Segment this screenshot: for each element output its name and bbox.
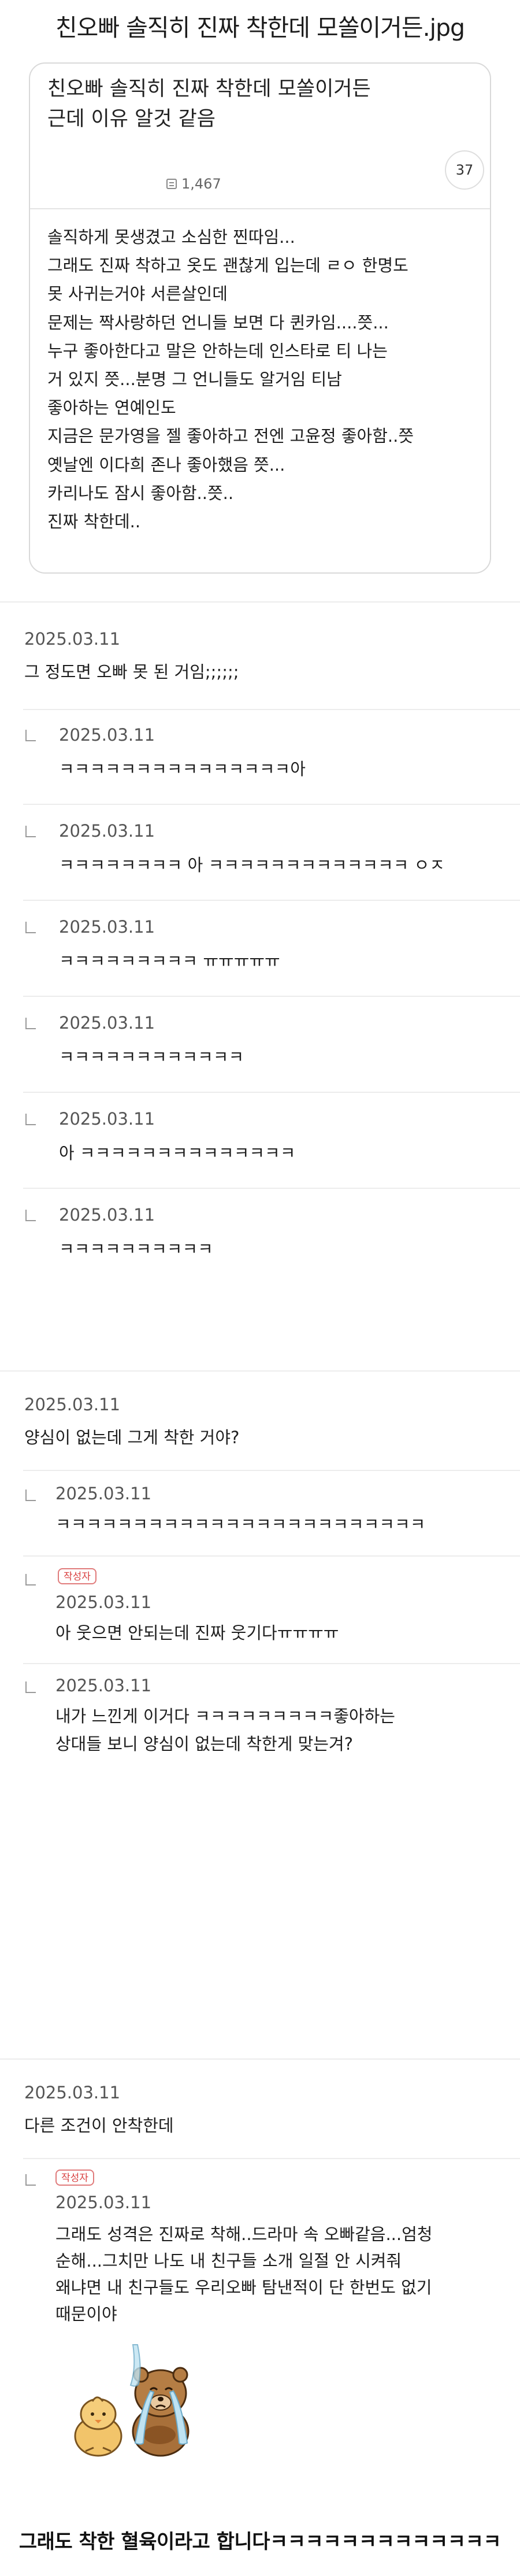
reply-indicator-icon [25,826,36,837]
section-divider [0,601,520,603]
comment-date: 2025.03.11 [24,2083,121,2102]
bottom-caption: 그래도 착한 혈육이라고 합니다ㅋㅋㅋㅋㅋㅋㅋㅋㅋㅋㅋㅋㅋ [18,2530,502,2553]
view-count: 1,467 [166,176,221,192]
reply-divider [23,1470,520,1471]
post-body: 솔직하게 못생겼고 소심한 찐따임... 그래도 진짜 착하고 옷도 괜찮게 입… [47,223,481,536]
reply-text: 아 ㅋㅋㅋㅋㅋㅋㅋㅋㅋㅋㅋㅋㅋㅋ [59,1143,296,1163]
reply-indicator-icon [25,1574,36,1585]
reply-text: ㅋㅋㅋㅋㅋㅋㅋㅋㅋㅋ [59,1239,213,1259]
reply-text-line: 순해...그치만 나도 내 친구들 소개 일절 안 시켜줘 [55,2251,402,2271]
section-divider [0,1370,520,1372]
view-count-value: 1,467 [181,176,221,192]
post-body-line: 문제는 짝사랑하던 언니들 보면 다 퀸카임....쯧... [47,312,389,332]
reply-indicator-icon [25,2174,36,2186]
crying-bear-emoticon [74,2344,190,2457]
comment-text: 그 정도면 오빠 못 된 거임;;;;;; [24,662,239,682]
reply-date: 2025.03.11 [59,917,155,937]
reply-divider [23,1092,520,1093]
page-title: 친오빠 솔직히 진짜 착한데 모쏠이거든.jpg [55,14,465,42]
post-body-line: 솔직하게 못생겼고 소심한 찐따임... [47,227,295,247]
comment-text: 양심이 없는데 그게 착한 거야? [24,1428,240,1447]
reply-text-line: 내가 느낀게 이거다 ㅋㅋㅋㅋㅋㅋㅋㅋㅋ좋아하는 [55,1706,395,1726]
post-body-line: 누구 좋아한다고 말은 안하는데 인스타로 티 나는 [47,341,388,361]
post-body-line: 거 있지 쯧...분명 그 언니들도 알거임 티남 [47,369,342,390]
post-title-line: 근데 이유 알것 같음 [47,108,216,131]
chick-character [74,2396,122,2457]
reply-text: ㅋㅋㅋㅋㅋㅋㅋㅋㅋㅋㅋㅋㅋㅋㅋ아 [59,759,306,779]
reply-date: 2025.03.11 [59,1205,155,1225]
reply-text-line: 때문이야 [55,2304,117,2324]
post-title-line: 친오빠 솔직히 진짜 착한데 모쏠이거든 [47,77,371,101]
reply-text: ㅋㅋㅋㅋㅋㅋㅋㅋㅋㅋㅋㅋ [59,1047,244,1067]
reply-date: 2025.03.11 [55,1592,152,1612]
reply-divider [23,1555,520,1557]
reply-text: 아 웃으면 안되는데 진짜 웃기다ㅠㅠㅠㅠ [55,1623,339,1643]
reply-divider [23,1663,520,1664]
post-body-line: 좋아하는 연예인도 [47,398,176,418]
comment-date: 2025.03.11 [24,1395,121,1414]
reply-divider [23,2158,520,2159]
post-title: 친오빠 솔직히 진짜 착한데 모쏠이거든 근데 이유 알것 같음 [47,74,417,134]
reply-indicator-icon [25,1490,36,1501]
reply-date: 2025.03.11 [55,1676,152,1695]
reply-text-line: 그래도 성격은 진짜로 착해..드라마 속 오빠같음...엄청 [55,2224,433,2244]
reply-date: 2025.03.11 [59,1013,155,1033]
post-body-line: 옛날엔 이다희 존나 좋아했음 쯧... [47,454,285,475]
post-card[interactable]: 친오빠 솔직히 진짜 착한데 모쏠이거든 근데 이유 알것 같음 1,467 3… [29,62,491,574]
reply-divider [23,804,520,805]
reply-text: ㅋㅋㅋㅋㅋㅋㅋㅋㅋㅋㅋㅋㅋㅋㅋㅋㅋㅋㅋㅋㅋㅋㅋㅋ [55,1514,426,1534]
post-header: 친오빠 솔직히 진짜 착한데 모쏠이거든 근데 이유 알것 같음 1,467 3… [30,64,490,208]
reply-text: ㅋㅋㅋㅋㅋㅋㅋㅋㅋ ㅠㅠㅠㅠㅠ [59,951,280,971]
reply-divider [23,900,520,901]
reply-text: ㅋㅋㅋㅋㅋㅋㅋㅋ 아 ㅋㅋㅋㅋㅋㅋㅋㅋㅋㅋㅋㅋㅋ ㅇㅈ [59,855,445,875]
post-body-line: 그래도 진짜 착하고 옷도 괜찮게 입는데 ㄹㅇ 한명도 [47,256,408,276]
reply-indicator-icon [25,1681,36,1693]
reply-divider [23,996,520,997]
reply-date: 2025.03.11 [59,821,155,841]
post-body-line: 지금은 문가영을 젤 좋아하고 전엔 고윤정 좋아함..쯧 [47,426,414,446]
reply-date: 2025.03.11 [55,2193,152,2212]
reply-indicator-icon [25,922,36,933]
reply-divider [23,1188,520,1189]
comment-text: 다른 조건이 안착한데 [24,2116,174,2135]
reply-date: 2025.03.11 [55,1484,152,1503]
comment-date: 2025.03.11 [24,629,121,649]
reply-indicator-icon [25,730,36,741]
comment-count-badge[interactable]: 37 [445,150,484,190]
views-icon [166,179,177,189]
reply-divider [23,709,520,710]
author-badge: 작성자 [55,2170,94,2186]
reply-indicator-icon [25,1210,36,1221]
reply-text-line: 상대들 보니 양심이 없는데 착한게 맞는겨? [55,1734,354,1754]
reply-date: 2025.03.11 [59,1109,155,1129]
reply-indicator-icon [25,1114,36,1125]
reply-indicator-icon [25,1018,36,1029]
post-body-line: 진짜 착한데.. [47,512,141,532]
post-divider [30,208,490,209]
author-badge: 작성자 [58,1568,96,1584]
post-body-line: 못 사귀는거야 서른살인데 [47,284,228,304]
reply-date: 2025.03.11 [59,725,155,745]
section-divider [0,2058,520,2060]
post-body-line: 카리나도 잠시 좋아함..쯧.. [47,483,234,503]
reply-text-line: 왜냐면 내 친구들도 우리오빠 탐낸적이 단 한번도 없기 [55,2278,432,2297]
